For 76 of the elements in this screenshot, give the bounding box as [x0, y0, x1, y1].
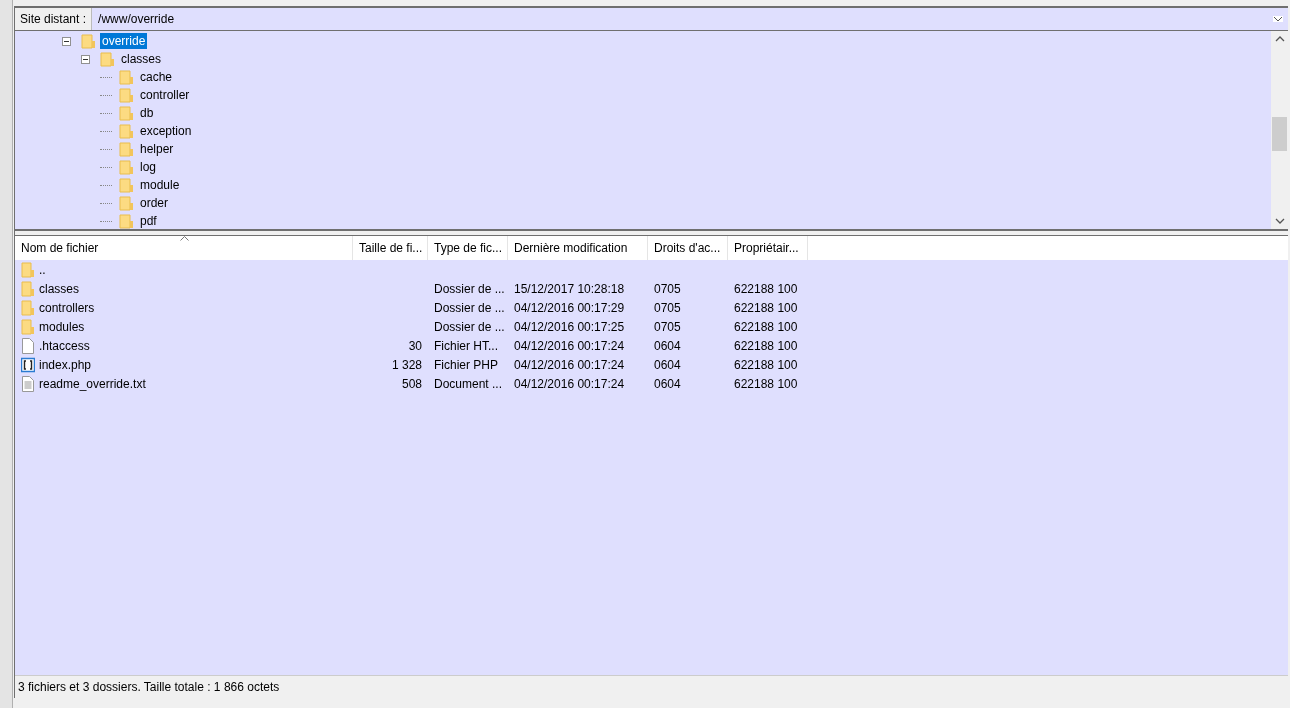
table-cell: 508 [401, 376, 422, 391]
folder-icon [21, 299, 35, 316]
brackets-file-icon [21, 356, 35, 373]
table-cell: 1 328 [391, 357, 422, 372]
tree-item[interactable]: db [138, 105, 156, 121]
tree-item[interactable]: cache [138, 69, 175, 85]
table-cell: 0705 [654, 319, 681, 334]
table-cell: 04/12/2016 00:17:24 [514, 338, 625, 353]
folder-icon [21, 261, 35, 278]
table-cell: 0705 [654, 281, 681, 296]
table-cell: Fichier PHP [434, 357, 498, 372]
status-text: 3 fichiers et 3 dossiers. Taille totale : 1 866 octets [18, 680, 280, 694]
scroll-down-icon[interactable] [1274, 218, 1285, 224]
table-cell: 622188 100 [734, 376, 798, 391]
folder-icon [119, 87, 135, 103]
folder-icon [100, 51, 116, 67]
folder-icon [119, 141, 135, 157]
folder-icon [81, 33, 97, 49]
path-field[interactable]: /www/override [92, 8, 1288, 30]
tree-item[interactable]: override [100, 33, 148, 49]
tree-item[interactable]: helper [138, 141, 176, 157]
file-name[interactable]: classes [39, 281, 79, 296]
column-header[interactable]: Taille de fi... [353, 236, 428, 260]
folder-icon [119, 69, 135, 85]
scroll-thumb[interactable] [1272, 117, 1287, 151]
folder-icon [21, 318, 35, 335]
file-name[interactable]: controllers [39, 300, 95, 315]
file-name[interactable]: .htaccess [39, 338, 90, 353]
file-icon [21, 337, 35, 354]
tree-item[interactable]: classes [119, 51, 163, 67]
file-name[interactable]: index.php [39, 357, 92, 372]
table-cell: Document ... [434, 376, 503, 391]
table-cell: 0604 [654, 338, 681, 353]
table-cell: 622188 100 [734, 300, 798, 315]
table-cell: 0705 [654, 300, 681, 315]
folder-icon [21, 280, 35, 297]
table-cell: 622188 100 [734, 338, 798, 353]
column-header[interactable]: Propriétair... [728, 236, 808, 260]
folder-icon [119, 177, 135, 193]
folder-icon [119, 123, 135, 139]
table-cell: 622188 100 [734, 319, 798, 334]
table-cell: 04/12/2016 00:17:24 [514, 376, 625, 391]
table-cell: 04/12/2016 00:17:29 [514, 300, 625, 315]
table-cell: Fichier HT... [434, 338, 498, 353]
folder-icon [119, 195, 135, 211]
scrollbar[interactable] [1271, 31, 1288, 229]
table-cell: 622188 100 [734, 357, 798, 372]
folder-icon [119, 213, 135, 229]
table-cell: 15/12/2017 10:28:18 [514, 281, 625, 296]
column-header[interactable]: Dernière modification [508, 236, 648, 260]
file-name[interactable]: .. [39, 262, 46, 277]
tree-item[interactable]: exception [138, 123, 194, 139]
dropdown-caret-icon[interactable] [1273, 16, 1283, 22]
tree-item[interactable]: pdf [138, 213, 159, 229]
table-cell: 30 [408, 338, 422, 353]
column-header[interactable]: Droits d'ac... [648, 236, 728, 260]
column-header[interactable]: Type de fic... [428, 236, 508, 260]
table-cell: Dossier de ... [434, 319, 505, 334]
table-cell: Dossier de ... [434, 281, 505, 296]
table-cell: 04/12/2016 00:17:24 [514, 357, 625, 372]
file-name[interactable]: modules [39, 319, 85, 334]
text-file-icon [21, 375, 35, 392]
table-cell: 622188 100 [734, 281, 798, 296]
tree-item[interactable]: log [138, 159, 158, 175]
folder-icon [119, 105, 135, 121]
table-cell: 04/12/2016 00:17:25 [514, 319, 625, 334]
column-header[interactable]: Nom de fichier [15, 236, 353, 260]
folder-icon [119, 159, 135, 175]
file-name[interactable]: readme_override.txt [39, 376, 146, 391]
tree-item[interactable]: controller [138, 87, 192, 103]
table-cell: Dossier de ... [434, 300, 505, 315]
table-cell: 0604 [654, 357, 681, 372]
scroll-up-icon[interactable] [1274, 36, 1285, 42]
table-cell: 0604 [654, 376, 681, 391]
tree-item[interactable]: module [138, 177, 182, 193]
tree-item[interactable]: order [138, 195, 170, 211]
